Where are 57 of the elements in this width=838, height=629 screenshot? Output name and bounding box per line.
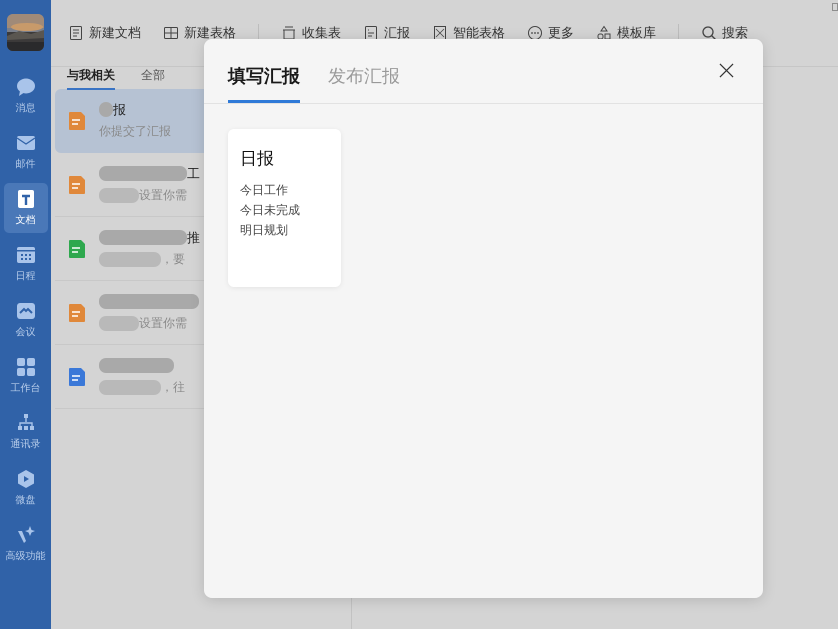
toolbar-button[interactable]: 新建表格 — [163, 24, 236, 42]
nav-item[interactable]: 邮件 — [4, 127, 48, 177]
close-icon[interactable] — [719, 63, 734, 78]
nav-item[interactable]: 微盘 — [4, 463, 48, 513]
card-line: 今日未完成 — [240, 202, 301, 219]
crossed-box-icon — [432, 25, 448, 41]
toolbar-button[interactable]: 更多 — [527, 24, 574, 42]
document-icon — [16, 189, 36, 209]
blurred-text — [99, 252, 161, 267]
nav-item[interactable]: 文档 — [4, 183, 48, 233]
sparkle-icon — [16, 525, 36, 545]
toolbar-button[interactable]: 新建文档 — [68, 24, 141, 42]
calendar-icon — [16, 245, 36, 265]
nav-item[interactable]: 工作台 — [4, 351, 48, 401]
toolbar-button[interactable]: 收集表 — [281, 24, 341, 42]
file-icon — [67, 238, 87, 258]
toolbar-button[interactable]: 模板库 — [596, 24, 656, 42]
shapes-icon — [596, 25, 612, 41]
toolbar-button[interactable]: 搜索 — [701, 24, 748, 42]
window-control-icon[interactable] — [832, 2, 838, 12]
card-line: 明日规划 — [240, 222, 289, 239]
chat-bubble-icon — [16, 77, 36, 97]
card-line: 今日工作 — [240, 182, 289, 199]
item-subtitle: 设置你需 — [139, 187, 187, 204]
org-chart-icon — [16, 413, 36, 433]
grid-icon — [16, 357, 36, 377]
document-icon — [68, 25, 84, 41]
file-icon — [67, 174, 87, 194]
list-tab[interactable]: 全部 — [141, 67, 165, 88]
tray-icon — [281, 25, 297, 41]
item-title: 工 — [187, 166, 200, 182]
dialog-tab[interactable]: 填写汇报 — [228, 64, 300, 103]
item-subtitle: 你提交了汇报 — [99, 123, 171, 140]
table-icon — [163, 25, 179, 41]
nav-item[interactable]: 日程 — [4, 239, 48, 289]
blurred-text — [99, 102, 113, 117]
toolbar-button[interactable]: 智能表格 — [432, 24, 505, 42]
nav-item[interactable]: 会议 — [4, 295, 48, 345]
item-title: 报 — [113, 102, 126, 118]
envelope-icon — [16, 133, 36, 153]
item-subtitle: ，要 — [161, 251, 185, 268]
search-icon — [701, 25, 717, 41]
nav-item[interactable]: 通讯录 — [4, 407, 48, 457]
file-icon — [67, 302, 87, 322]
nav-item[interactable]: 高级功能 — [4, 519, 48, 569]
item-subtitle: ，往 — [161, 379, 185, 396]
more-icon — [527, 25, 543, 41]
file-icon — [67, 366, 87, 386]
template-card[interactable]: 日报 今日工作 今日未完成 明日规划 — [228, 129, 341, 287]
blurred-text — [99, 188, 139, 203]
meeting-icon — [16, 301, 36, 321]
file-icon — [67, 110, 87, 130]
blurred-text — [99, 380, 161, 395]
blurred-text — [99, 316, 139, 331]
nav-item[interactable]: 消息 — [4, 71, 48, 121]
item-subtitle: 设置你需 — [139, 315, 187, 332]
item-title: 推 — [187, 230, 200, 246]
